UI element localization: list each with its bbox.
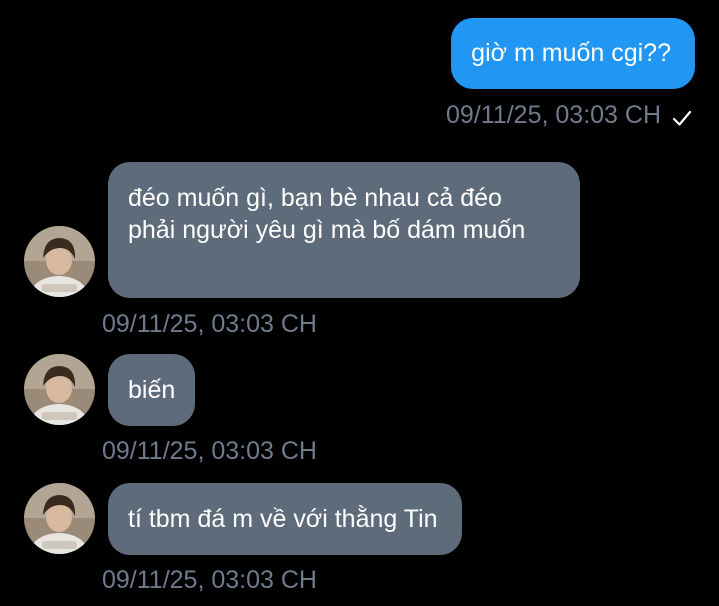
message-text: đéo muốn gì, bạn bè nhau cả đéo phải ngư… [128,184,526,244]
message-timestamp: 09/11/25, 03:03 CH [102,310,317,338]
incoming-message-bubble[interactable]: tí tbm đá m về với thằng Tin [108,483,462,555]
message-timestamp: 09/11/25, 03:03 CH [102,566,317,594]
avatar[interactable] [24,483,95,554]
message-text: tí tbm đá m về với thằng Tin [128,505,438,533]
message-timestamp: 09/11/25, 03:03 CH [102,437,317,465]
check-icon [671,104,693,126]
message-text: biến [128,376,176,404]
incoming-message-bubble[interactable]: đéo muốn gì, bạn bè nhau cả đéo phải ngư… [108,162,580,298]
avatar[interactable] [24,354,95,425]
message-meta: 09/11/25, 03:03 CH [446,98,693,132]
incoming-message-bubble[interactable]: biến [108,354,196,426]
outgoing-message-bubble[interactable]: giờ m muốn cgi?? [451,18,695,89]
message-timestamp: 09/11/25, 03:03 CH [446,101,661,129]
message-text: giờ m muốn cgi?? [471,39,671,67]
avatar[interactable] [24,226,95,297]
